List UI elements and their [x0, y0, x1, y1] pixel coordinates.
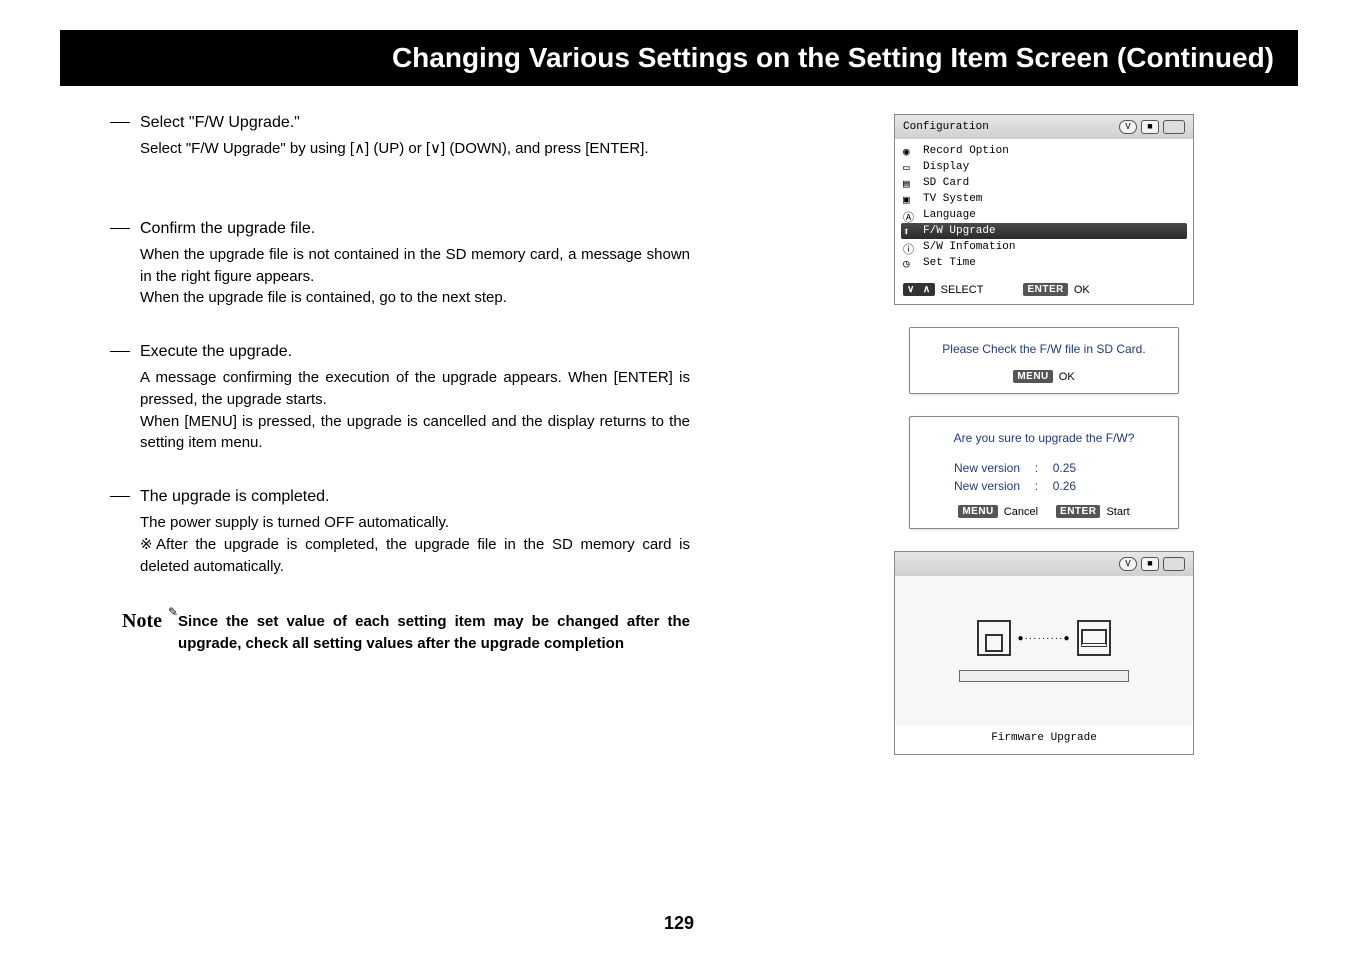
step-body: A message confirming the execution of th…	[110, 367, 690, 454]
step-dash-icon	[110, 496, 130, 497]
info-icon: ⓘ	[903, 241, 917, 253]
menu-items: ◉Record Option ▭Display ▤SD Card ▣TV Sys…	[895, 139, 1193, 277]
device-card-icon	[977, 620, 1011, 656]
tv-icon: ▣	[903, 193, 917, 205]
ok-hint: MENU OK	[1013, 370, 1074, 383]
step-dash-icon	[110, 351, 130, 352]
ok-hint: ENTER OK	[1023, 283, 1089, 296]
status-icons: V ■	[1119, 557, 1185, 571]
v-icon: V	[1119, 120, 1137, 134]
step-body: Select "F/W Upgrade" by using [∧] (UP) o…	[110, 138, 690, 160]
battery-icon	[1163, 557, 1185, 571]
record-icon: ◉	[903, 145, 917, 157]
version-row: New version : 0.26	[954, 477, 1168, 495]
step-1: Select "F/W Upgrade." Select "F/W Upgrad…	[110, 114, 690, 160]
v-icon: V	[1119, 557, 1137, 571]
step-body: When the upgrade file is not contained i…	[110, 244, 690, 309]
step-body: The power supply is turned OFF automatic…	[110, 512, 690, 577]
step-dash-icon	[110, 122, 130, 123]
menu-item-set-time: ◷Set Time	[901, 255, 1187, 271]
step-title: The upgrade is completed.	[140, 488, 329, 506]
step-title: Execute the upgrade.	[140, 343, 292, 361]
configuration-menu-figure: Configuration V ■ ◉Record Option ▭Displa…	[894, 114, 1194, 305]
step-2: Confirm the upgrade file. When the upgra…	[110, 220, 690, 309]
menu-item-fw-upgrade: ⬆F/W Upgrade	[901, 223, 1187, 239]
menu-key-icon: MENU	[1013, 370, 1052, 383]
confirm-upgrade-dialog-figure: Are you sure to upgrade the F/W? New ver…	[909, 416, 1179, 529]
section-title-bar: Changing Various Settings on the Setting…	[60, 30, 1298, 86]
firmware-upgrade-figure: V ■ ●·········● Firmware Upgrade	[894, 551, 1194, 755]
panel-header: Configuration V ■	[895, 115, 1193, 139]
status-icons: V ■	[1119, 120, 1185, 134]
clock-icon: ◷	[903, 257, 917, 269]
step-3: Execute the upgrade. A message confirmin…	[110, 343, 690, 454]
progress-bar	[959, 670, 1129, 682]
version-info: New version : 0.25 New version : 0.26	[920, 459, 1168, 495]
step-dash-icon	[110, 228, 130, 229]
menu-item-tv-system: ▣TV System	[901, 191, 1187, 207]
dialog-message: Are you sure to upgrade the F/W?	[920, 431, 1168, 445]
menu-item-sd-card: ▤SD Card	[901, 175, 1187, 191]
step-title: Select "F/W Upgrade."	[140, 114, 300, 132]
menu-item-sw-information: ⓘS/W Infomation	[901, 239, 1187, 255]
display-icon: ▭	[903, 161, 917, 173]
note-block: Note ✎ Since the set value of each setti…	[110, 611, 690, 655]
stop-icon: ■	[1141, 120, 1159, 134]
menu-item-language: ⒶLanguage	[901, 207, 1187, 223]
check-fw-dialog-figure: Please Check the F/W file in SD Card. ME…	[909, 327, 1179, 394]
figures-column: Configuration V ■ ◉Record Option ▭Displa…	[790, 114, 1298, 755]
device-screen-icon	[1077, 620, 1111, 656]
enter-key-icon: ENTER	[1023, 283, 1067, 296]
language-icon: Ⓐ	[903, 209, 917, 221]
down-key-icon: ∨	[903, 283, 919, 296]
cancel-hint: MENU Cancel	[958, 505, 1038, 518]
panel-title: Configuration	[903, 121, 989, 133]
note-text: Since the set value of each setting item…	[178, 611, 690, 655]
stop-icon: ■	[1141, 557, 1159, 571]
upgrade-icon: ⬆	[903, 225, 917, 237]
dialog-message: Please Check the F/W file in SD Card.	[920, 342, 1168, 356]
instructions-column: Select "F/W Upgrade." Select "F/W Upgrad…	[110, 114, 690, 755]
page-number: 129	[0, 913, 1358, 934]
menu-item-display: ▭Display	[901, 159, 1187, 175]
note-label: Note	[122, 611, 162, 631]
panel-footer: ∨∧ SELECT ENTER OK	[895, 277, 1193, 304]
document-page: Changing Various Settings on the Setting…	[0, 0, 1358, 954]
select-hint: ∨∧ SELECT	[903, 283, 983, 296]
enter-key-icon: ENTER	[1056, 505, 1100, 518]
battery-icon	[1163, 120, 1185, 134]
version-row: New version : 0.25	[954, 459, 1168, 477]
up-key-icon: ∧	[919, 283, 935, 296]
start-hint: ENTER Start	[1056, 505, 1130, 518]
leaf-icon: ✎	[168, 605, 178, 619]
section-title: Changing Various Settings on the Setting…	[392, 42, 1274, 74]
step-4: The upgrade is completed. The power supp…	[110, 488, 690, 577]
transfer-dots-icon: ●·········●	[1017, 633, 1070, 644]
upgrade-caption: Firmware Upgrade	[895, 726, 1193, 754]
menu-item-record-option: ◉Record Option	[901, 143, 1187, 159]
sdcard-icon: ▤	[903, 177, 917, 189]
upgrade-graphic: ●·········●	[895, 576, 1193, 726]
panel-header: V ■	[895, 552, 1193, 576]
two-column-layout: Select "F/W Upgrade." Select "F/W Upgrad…	[60, 114, 1298, 755]
step-title: Confirm the upgrade file.	[140, 220, 315, 238]
menu-key-icon: MENU	[958, 505, 997, 518]
